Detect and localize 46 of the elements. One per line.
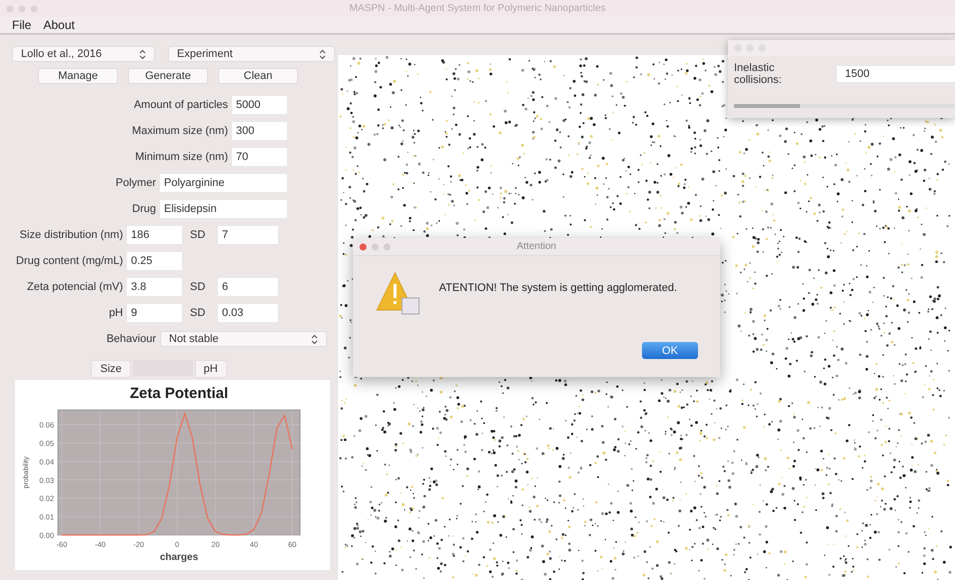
field-label: SD: [189, 281, 206, 293]
field-label: Zeta potencial (mV): [26, 281, 124, 293]
dialog-message: ATENTION! The system is getting agglomerated.: [439, 281, 678, 294]
up-down-arrows-icon: [139, 48, 146, 60]
select-dropdown[interactable]: Not stable: [160, 331, 327, 347]
up-down-arrows-icon: [311, 334, 318, 344]
field-label: Maximum size (nm): [131, 125, 229, 137]
push-button[interactable]: Clean: [218, 68, 298, 84]
field-label: Drug content (mg/mL): [15, 255, 124, 267]
input-field[interactable]: 1500: [837, 66, 955, 82]
field-label: Polymer: [114, 177, 157, 189]
tab[interactable]: pH: [194, 360, 227, 378]
input-field[interactable]: 0.25: [127, 252, 182, 270]
dialog-title: Attention: [516, 241, 556, 252]
select-dropdown[interactable]: Experiment: [168, 46, 335, 62]
input-field[interactable]: 70: [232, 148, 287, 166]
input-field[interactable]: 3.8: [127, 278, 182, 296]
menu-item[interactable]: File: [12, 18, 32, 32]
field-label: SD: [189, 307, 206, 319]
input-field[interactable]: 186: [127, 226, 182, 244]
up-down-arrows-icon: [319, 48, 326, 60]
input-field[interactable]: 5000: [232, 96, 287, 114]
field-label: Inelastic collisions:: [734, 62, 783, 86]
input-field[interactable]: 300: [232, 122, 287, 140]
input-field[interactable]: 9: [127, 304, 182, 322]
field-label: pH: [108, 307, 124, 319]
window-title: MASPN - Multi-Agent System for Polymeric Nanoparticles: [349, 3, 606, 14]
tab[interactable]: Size: [91, 360, 131, 378]
input-field[interactable]: Polyarginine: [160, 174, 287, 192]
input-field[interactable]: 7: [218, 226, 278, 244]
input-field[interactable]: Elisidepsin: [160, 200, 287, 218]
push-button[interactable]: Manage: [38, 68, 118, 84]
field-label: Minimum size (nm): [134, 151, 229, 163]
warning-icon: [375, 270, 421, 316]
field-label: Size distribution (nm): [18, 229, 124, 241]
field-label: SD: [189, 229, 206, 241]
menu-item[interactable]: About: [43, 18, 75, 32]
input-field[interactable]: 0.03: [218, 304, 278, 322]
chart-title: Zeta Potential: [130, 385, 228, 402]
push-button[interactable]: Generate: [128, 68, 208, 84]
field-label: Drug: [131, 203, 157, 215]
field-label: Amount of particles: [132, 99, 229, 111]
input-field[interactable]: 6: [218, 278, 278, 296]
field-label: Behaviour: [105, 333, 157, 345]
select-dropdown[interactable]: Lollo et al., 2016: [12, 46, 155, 62]
axis-title: charges: [160, 552, 198, 563]
